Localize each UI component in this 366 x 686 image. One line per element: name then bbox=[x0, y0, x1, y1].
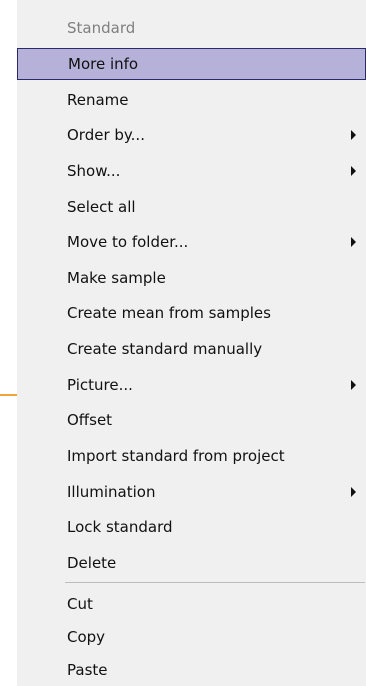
menu-item-label: Move to folder... bbox=[67, 233, 189, 251]
submenu-arrow-icon bbox=[351, 487, 356, 497]
submenu-arrow-icon bbox=[351, 166, 356, 176]
menu-item-label: Select all bbox=[67, 198, 136, 216]
submenu-arrow-icon bbox=[351, 130, 356, 140]
menu-item-label: Create standard manually bbox=[67, 340, 263, 358]
menu-item-label: Delete bbox=[67, 554, 117, 572]
menu-item-label: Copy bbox=[67, 628, 106, 646]
menu-item-label: Order by... bbox=[67, 126, 145, 144]
submenu-arrow-icon bbox=[351, 237, 356, 247]
menu-item-label: Lock standard bbox=[67, 518, 173, 536]
menu-item-paste[interactable]: Paste bbox=[17, 654, 366, 686]
menu-item-offset[interactable]: Offset bbox=[17, 404, 366, 436]
menu-item-picture[interactable]: Picture... bbox=[17, 369, 366, 401]
menu-item-lock-standard[interactable]: Lock standard bbox=[17, 511, 366, 543]
menu-item-create-standard-manually[interactable]: Create standard manually bbox=[17, 333, 366, 365]
menu-item-label: Rename bbox=[67, 91, 129, 109]
menu-item-label: Picture... bbox=[67, 376, 133, 394]
menu-item-label: Cut bbox=[67, 595, 93, 613]
menu-item-show[interactable]: Show... bbox=[17, 155, 366, 187]
menu-item-import-standard-from-project[interactable]: Import standard from project bbox=[17, 440, 366, 472]
menu-item-label: Create mean from samples bbox=[67, 304, 271, 322]
menu-item-label: Import standard from project bbox=[67, 447, 285, 465]
menu-item-illumination[interactable]: Illumination bbox=[17, 476, 366, 508]
menu-item-label: Paste bbox=[67, 661, 108, 679]
menu-item-label: Show... bbox=[67, 162, 121, 180]
menu-item-select-all[interactable]: Select all bbox=[17, 191, 366, 223]
menu-item-make-sample[interactable]: Make sample bbox=[17, 262, 366, 294]
menu-item-label: Offset bbox=[67, 411, 113, 429]
submenu-arrow-icon bbox=[351, 380, 356, 390]
menu-header-standard: Standard bbox=[67, 19, 136, 37]
menu-item-more-info[interactable]: More info bbox=[17, 48, 366, 80]
screen: Standard More info Rename Order by... Sh… bbox=[0, 0, 366, 686]
menu-item-delete[interactable]: Delete bbox=[17, 547, 366, 579]
menu-item-label: More info bbox=[68, 55, 139, 73]
menu-separator bbox=[65, 582, 365, 583]
menu-item-rename[interactable]: Rename bbox=[17, 84, 366, 116]
context-menu: Standard More info Rename Order by... Sh… bbox=[17, 0, 366, 686]
menu-item-label: Make sample bbox=[67, 269, 166, 287]
menu-item-create-mean-from-samples[interactable]: Create mean from samples bbox=[17, 297, 366, 329]
menu-item-cut[interactable]: Cut bbox=[17, 588, 366, 620]
menu-item-move-to-folder[interactable]: Move to folder... bbox=[17, 226, 366, 258]
menu-item-copy[interactable]: Copy bbox=[17, 621, 366, 653]
menu-item-label: Illumination bbox=[67, 483, 156, 501]
menu-item-order-by[interactable]: Order by... bbox=[17, 119, 366, 151]
